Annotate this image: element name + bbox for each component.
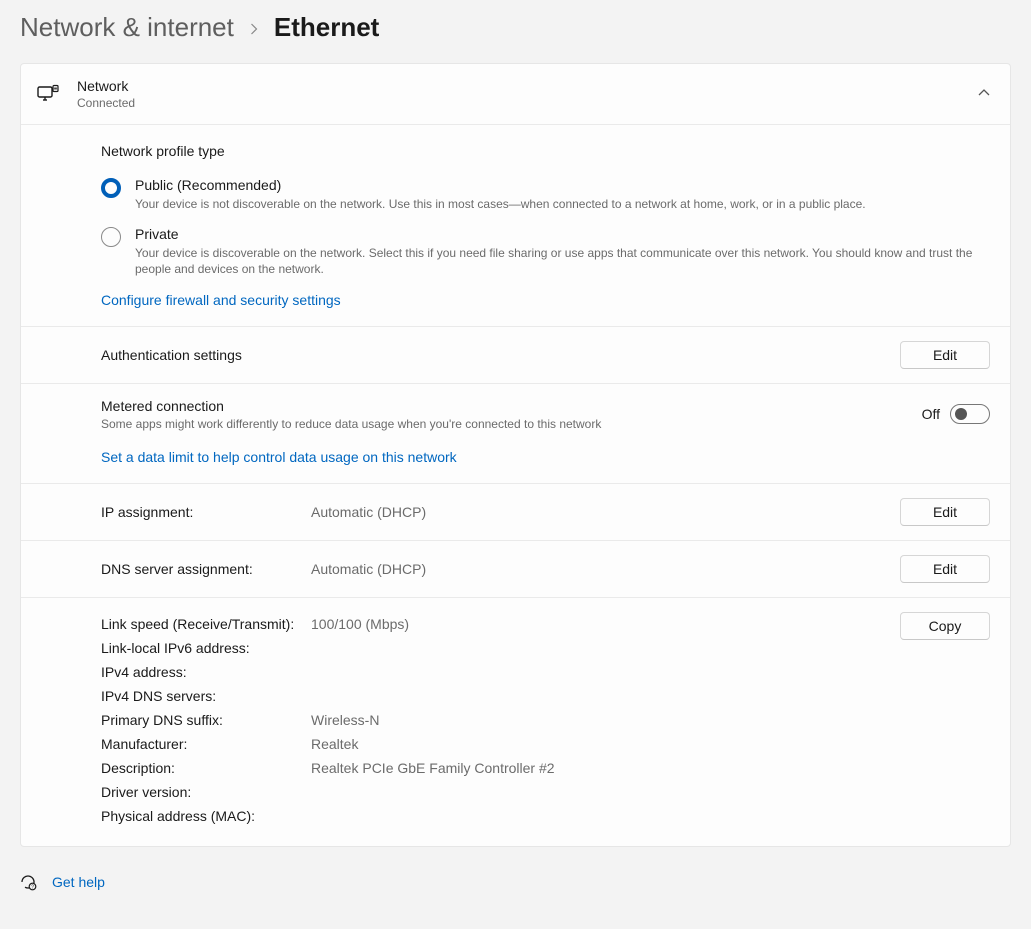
toggle-knob [955, 408, 967, 420]
breadcrumb: Network & internet Ethernet [0, 0, 1031, 63]
network-title: Network [77, 78, 960, 94]
metered-label: Metered connection [101, 398, 922, 414]
radio-public[interactable] [101, 178, 121, 198]
ip-edit-button[interactable]: Edit [900, 498, 990, 526]
dns-assignment-row: DNS server assignment: Automatic (DHCP) … [21, 541, 1010, 598]
help-icon: ? [20, 873, 38, 891]
profile-section-title: Network profile type [101, 143, 990, 159]
detail-value: Realtek PCIe GbE Family Controller #2 [311, 760, 555, 776]
get-help-row[interactable]: ? Get help [0, 847, 1031, 891]
metered-desc: Some apps might work differently to redu… [101, 417, 922, 431]
detail-manufacturer: Manufacturer: Realtek [101, 732, 990, 756]
detail-mac: Physical address (MAC): [101, 804, 990, 828]
detail-ipv4: IPv4 address: [101, 660, 990, 684]
auth-row: Authentication settings Edit [21, 327, 1010, 384]
dns-assignment-label: DNS server assignment: [101, 561, 311, 577]
radio-private-label: Private [135, 226, 990, 242]
breadcrumb-root[interactable]: Network & internet [20, 12, 234, 43]
detail-value: Realtek [311, 736, 358, 752]
chevron-up-icon [978, 87, 990, 102]
detail-link-speed: Link speed (Receive/Transmit): 100/100 (… [101, 612, 990, 636]
auth-edit-button[interactable]: Edit [900, 341, 990, 369]
copy-button[interactable]: Copy [900, 612, 990, 640]
network-status: Connected [77, 96, 960, 110]
detail-key: Link speed (Receive/Transmit): [101, 616, 311, 632]
ethernet-card: Network Connected Network profile type P… [20, 63, 1011, 847]
ip-assignment-row: IP assignment: Automatic (DHCP) Edit [21, 484, 1010, 541]
detail-value: Wireless-N [311, 712, 379, 728]
detail-key: Primary DNS suffix: [101, 712, 311, 728]
dns-assignment-value: Automatic (DHCP) [311, 561, 900, 577]
monitor-icon [37, 83, 59, 105]
network-profile-section: Network profile type Public (Recommended… [21, 125, 1010, 327]
radio-public-label: Public (Recommended) [135, 177, 990, 193]
breadcrumb-current: Ethernet [274, 12, 379, 43]
detail-key: IPv4 DNS servers: [101, 688, 311, 704]
firewall-link[interactable]: Configure firewall and security settings [101, 292, 341, 308]
radio-private-desc: Your device is discoverable on the netwo… [135, 245, 990, 277]
auth-label: Authentication settings [101, 347, 900, 363]
network-header-row[interactable]: Network Connected [21, 64, 1010, 125]
metered-toggle[interactable] [950, 404, 990, 424]
radio-private[interactable] [101, 227, 121, 247]
details-section: Copy Link speed (Receive/Transmit): 100/… [21, 598, 1010, 846]
metered-section: Metered connection Some apps might work … [21, 384, 1010, 484]
detail-driver: Driver version: [101, 780, 990, 804]
data-limit-link[interactable]: Set a data limit to help control data us… [101, 449, 457, 465]
detail-key: Description: [101, 760, 311, 776]
metered-state-label: Off [922, 406, 940, 422]
detail-description: Description: Realtek PCIe GbE Family Con… [101, 756, 990, 780]
radio-public-row[interactable]: Public (Recommended) Your device is not … [101, 177, 990, 212]
detail-key: Link-local IPv6 address: [101, 640, 311, 656]
detail-key: Manufacturer: [101, 736, 311, 752]
get-help-link[interactable]: Get help [52, 874, 105, 890]
detail-key: Physical address (MAC): [101, 808, 311, 824]
dns-edit-button[interactable]: Edit [900, 555, 990, 583]
ip-assignment-value: Automatic (DHCP) [311, 504, 900, 520]
ip-assignment-label: IP assignment: [101, 504, 311, 520]
radio-private-row[interactable]: Private Your device is discoverable on t… [101, 226, 990, 277]
detail-ipv4-dns: IPv4 DNS servers: [101, 684, 990, 708]
svg-text:?: ? [31, 884, 34, 890]
detail-value: 100/100 (Mbps) [311, 616, 409, 632]
detail-key: Driver version: [101, 784, 311, 800]
detail-ipv6: Link-local IPv6 address: [101, 636, 990, 660]
chevron-right-icon [248, 19, 260, 40]
detail-key: IPv4 address: [101, 664, 311, 680]
detail-dns-suffix: Primary DNS suffix: Wireless-N [101, 708, 990, 732]
radio-public-desc: Your device is not discoverable on the n… [135, 196, 990, 212]
